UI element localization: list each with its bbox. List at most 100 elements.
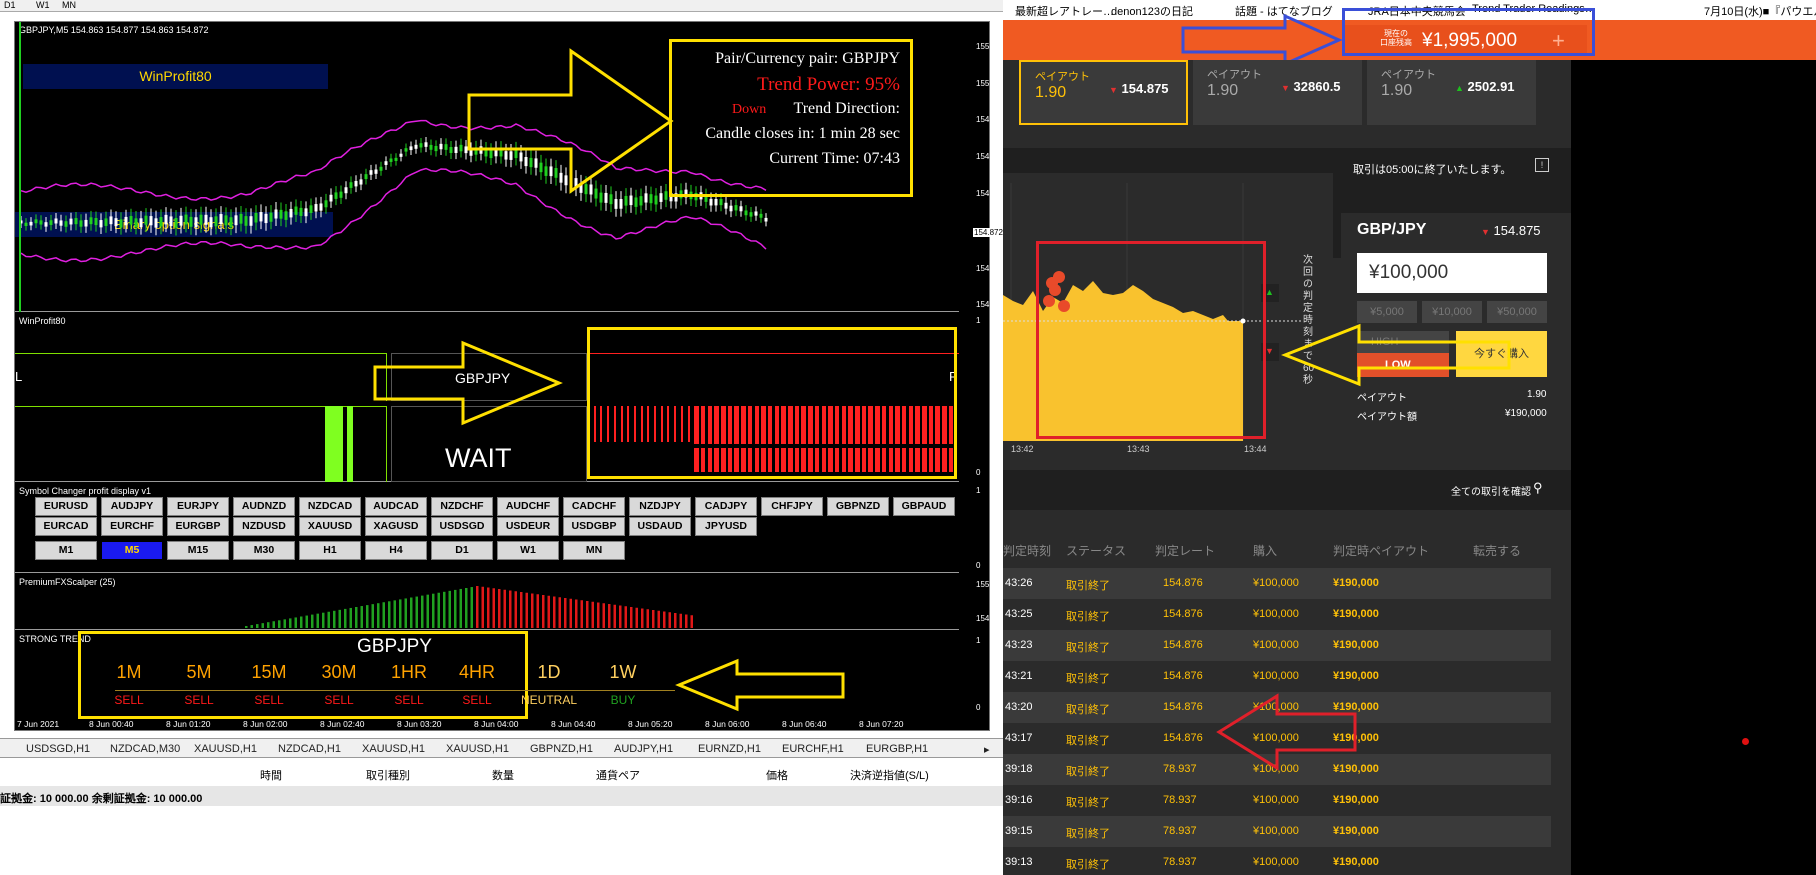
payout-card[interactable]: ペイアウト 1.90 ▼ 32860.5 bbox=[1193, 60, 1362, 125]
winprofit-indicator-panel[interactable]: WinProfit80 L P GBPJPY WAIT 1 0 bbox=[15, 313, 980, 482]
payout-card[interactable]: ペイアウト 1.90 ▼ 154.875 bbox=[1019, 60, 1188, 125]
tf-mn-button[interactable]: MN bbox=[62, 0, 76, 10]
panel-scale: 1 0 bbox=[976, 486, 981, 570]
symbol-button[interactable]: USDSGD bbox=[431, 517, 493, 536]
symbol-button[interactable]: USDGBP bbox=[563, 517, 625, 536]
table-row[interactable]: 43:21 取引終了 154.876 ¥100,000 ¥190,000 bbox=[1003, 661, 1551, 692]
table-row[interactable]: 39:15 取引終了 78.937 ¥100,000 ¥190,000 bbox=[1003, 816, 1551, 847]
price-chart[interactable]: 13:42 13:43 13:44 ▲ ▼ 次回の判定時刻まで60秒 bbox=[1003, 173, 1333, 461]
table-cell: 39:13 bbox=[1005, 856, 1033, 868]
symbol-button[interactable]: GBPAUD bbox=[893, 497, 955, 516]
symbol-button[interactable]: AUDCHF bbox=[497, 497, 559, 516]
table-cell: ¥100,000 bbox=[1253, 856, 1299, 868]
symbol-button[interactable]: NZDJPY bbox=[629, 497, 691, 516]
timeframe-button[interactable]: W1 bbox=[497, 541, 559, 560]
symbol-button[interactable]: CADJPY bbox=[695, 497, 757, 516]
table-cell: ¥100,000 bbox=[1253, 577, 1299, 589]
table-row[interactable]: 39:13 取引終了 78.937 ¥100,000 ¥190,000 bbox=[1003, 847, 1551, 875]
timeframe-button[interactable]: M5 bbox=[101, 541, 163, 560]
chart-tab[interactable]: EURNZD,H1 bbox=[698, 743, 761, 755]
symbol-button[interactable]: NZDUSD bbox=[233, 517, 295, 536]
symbol-button[interactable]: EURUSD bbox=[35, 497, 97, 516]
payout-amount-label: ペイアウト額 bbox=[1357, 412, 1417, 423]
payout-value: 1.90 bbox=[1527, 389, 1547, 400]
symbol-button[interactable]: XAUUSD bbox=[299, 517, 361, 536]
symbol-button[interactable]: CHFJPY bbox=[761, 497, 823, 516]
bookmark-link[interactable]: 最新超レアトレー… bbox=[1015, 3, 1114, 19]
symbol-button[interactable]: NZDCHF bbox=[431, 497, 493, 516]
chart-tab[interactable]: USDSGD,H1 bbox=[26, 743, 90, 755]
panel-title: WinProfit80 bbox=[19, 316, 66, 326]
date-tick: 8 Jun 02:00 bbox=[243, 719, 288, 729]
symbol-button[interactable]: CADCHF bbox=[563, 497, 625, 516]
direction-label: Trend Direction: bbox=[793, 100, 900, 117]
search-icon[interactable]: ⚲ bbox=[1533, 480, 1543, 496]
chart-tab[interactable]: EURGBP,H1 bbox=[866, 743, 928, 755]
main-price-chart[interactable]: GBPJPY,M5 154.863 154.877 154.863 154.87… bbox=[15, 22, 1005, 312]
table-cell: 取引終了 bbox=[1066, 673, 1110, 685]
symbol-button[interactable]: AUDJPY bbox=[101, 497, 163, 516]
timeframe-button[interactable]: M1 bbox=[35, 541, 97, 560]
timeframe-button[interactable]: M15 bbox=[167, 541, 229, 560]
timeframe-button[interactable]: MN bbox=[563, 541, 625, 560]
order-price: ▼ 154.875 bbox=[1481, 223, 1541, 238]
table-cell: 取引終了 bbox=[1066, 797, 1110, 809]
chart-tab[interactable]: GBPNZD,H1 bbox=[530, 743, 593, 755]
symbol-button[interactable]: AUDCAD bbox=[365, 497, 427, 516]
table-cell: 取引終了 bbox=[1066, 704, 1110, 716]
amount-input[interactable]: ¥100,000 bbox=[1357, 253, 1547, 293]
timeframe-label: 1HR bbox=[390, 662, 427, 682]
table-cell: ¥190,000 bbox=[1333, 639, 1379, 651]
timeframe-button[interactable]: H4 bbox=[365, 541, 427, 560]
symbol-button[interactable]: EURCAD bbox=[35, 517, 97, 536]
payout-card-title: ペイアウト bbox=[1207, 69, 1262, 81]
chart-tab[interactable]: NZDCAD,M30 bbox=[110, 743, 180, 755]
symbol-button[interactable]: USDAUD bbox=[629, 517, 691, 536]
symbol-button[interactable]: JPYUSD bbox=[695, 517, 757, 536]
symbol-button[interactable]: EURJPY bbox=[167, 497, 229, 516]
table-row[interactable]: 43:25 取引終了 154.876 ¥100,000 ¥190,000 bbox=[1003, 599, 1551, 630]
panel-scale: 155.046 154.917 bbox=[976, 580, 1005, 623]
signal-label: NEUTRAL bbox=[520, 693, 577, 707]
symbol-changer-panel[interactable]: Symbol Changer profit display v1 EURUSD A… bbox=[15, 483, 980, 573]
bookmark-link[interactable]: 7月10日(水)■『パウエル… bbox=[1704, 3, 1816, 19]
symbol-button[interactable]: GBPNZD bbox=[827, 497, 889, 516]
all-trades-link[interactable]: 全ての取引を確認 bbox=[1451, 483, 1531, 498]
tf-d1-button[interactable]: D1 bbox=[4, 0, 16, 10]
table-cell: ¥190,000 bbox=[1333, 608, 1379, 620]
terminal-column-header: 価格 bbox=[766, 770, 788, 782]
symbol-button[interactable]: EURCHF bbox=[101, 517, 163, 536]
timeframe-button[interactable]: D1 bbox=[431, 541, 493, 560]
chart-tab[interactable]: XAUUSD,H1 bbox=[362, 743, 425, 755]
chart-tab[interactable]: XAUUSD,H1 bbox=[194, 743, 257, 755]
table-cell: 154.876 bbox=[1163, 577, 1203, 589]
info-icon[interactable]: ! bbox=[1535, 158, 1549, 172]
signal-label: SELL bbox=[184, 693, 214, 707]
chart-window[interactable]: GBPJPY,M5 154.863 154.877 154.863 154.87… bbox=[14, 21, 1005, 731]
payout-card[interactable]: ペイアウト 1.90 ▲ 2502.91 bbox=[1367, 60, 1536, 125]
chart-tab[interactable]: XAUUSD,H1 bbox=[446, 743, 509, 755]
symbol-button[interactable]: EURGBP bbox=[167, 517, 229, 536]
symbol-button[interactable]: USDEUR bbox=[497, 517, 559, 536]
chart-tab[interactable]: AUDJPY,H1 bbox=[614, 743, 673, 755]
table-row[interactable]: 43:26 取引終了 154.876 ¥100,000 ¥190,000 bbox=[1003, 568, 1551, 599]
table-row[interactable]: 39:16 取引終了 78.937 ¥100,000 ¥190,000 bbox=[1003, 785, 1551, 816]
tf-w1-button[interactable]: W1 bbox=[36, 0, 50, 10]
chart-tab[interactable]: NZDCAD,H1 bbox=[278, 743, 341, 755]
tab-scroll-icon[interactable]: ▸ bbox=[984, 743, 990, 756]
page-background bbox=[1571, 60, 1816, 875]
table-cell: ¥100,000 bbox=[1253, 639, 1299, 651]
table-row[interactable]: 43:23 取引終了 154.876 ¥100,000 ¥190,000 bbox=[1003, 630, 1551, 661]
payout-card-price: ▼ 154.875 bbox=[1109, 81, 1169, 96]
date-tick: 8 Jun 04:40 bbox=[551, 719, 596, 729]
table-cell: 39:15 bbox=[1005, 825, 1033, 837]
timeframe-button[interactable]: M30 bbox=[233, 541, 295, 560]
timeframe-button[interactable]: H1 bbox=[299, 541, 361, 560]
panel-scale: 1 0 bbox=[976, 316, 981, 477]
symbol-button[interactable]: XAGUSD bbox=[365, 517, 427, 536]
date-tick: 8 Jun 00:40 bbox=[89, 719, 134, 729]
payout-card-title: ペイアウト bbox=[1381, 69, 1436, 81]
symbol-button[interactable]: NZDCAD bbox=[299, 497, 361, 516]
symbol-button[interactable]: AUDNZD bbox=[233, 497, 295, 516]
chart-tab[interactable]: EURCHF,H1 bbox=[782, 743, 844, 755]
